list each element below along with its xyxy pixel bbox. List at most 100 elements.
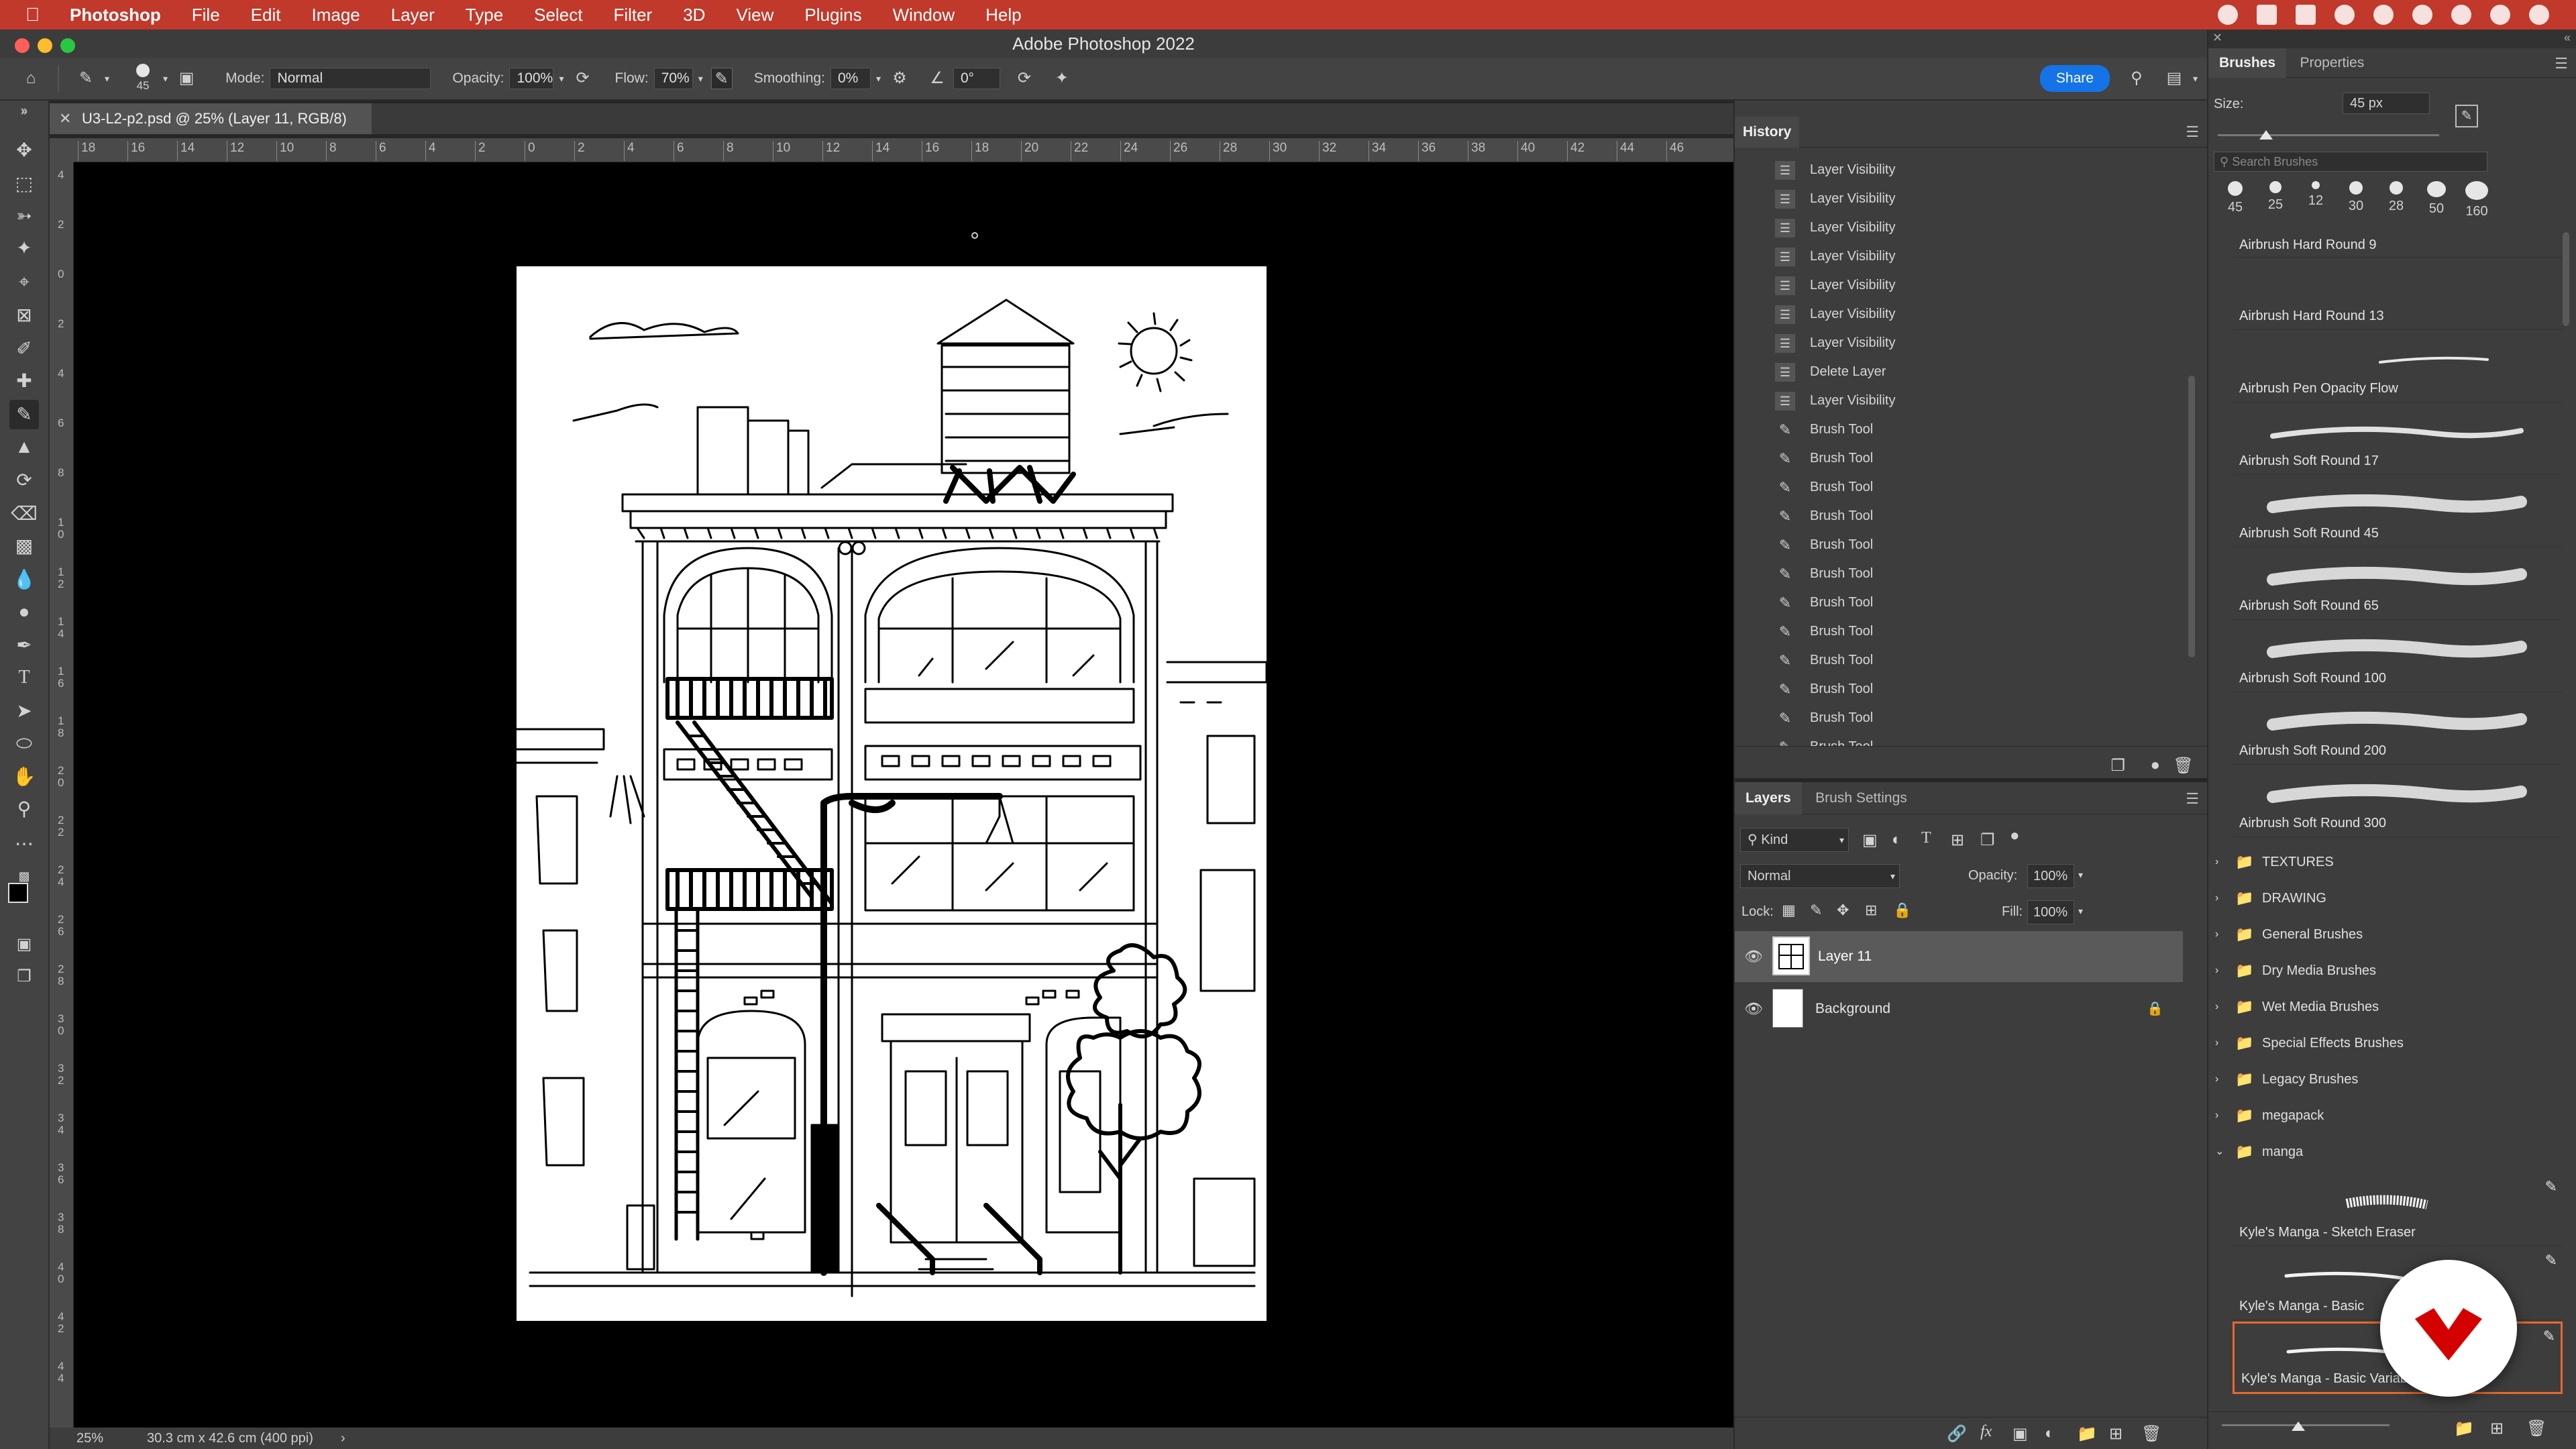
pen-tool-icon[interactable]: ✒: [9, 631, 39, 660]
brushes-tab[interactable]: Brushes: [2208, 48, 2287, 78]
brush-folder[interactable]: › 📁 General Brushes: [2208, 916, 2571, 953]
history-item[interactable]: ✎ Brush Tool: [1740, 733, 2198, 746]
brush-preset-item[interactable]: Airbrush Soft Round 17: [2233, 402, 2563, 475]
apple-icon[interactable]: : [0, 4, 54, 25]
new-brush-icon[interactable]: ⊞: [2490, 1419, 2504, 1438]
recent-brush-preset[interactable]: 50: [2419, 181, 2454, 217]
menu-edit[interactable]: Edit: [235, 5, 297, 25]
quick-mask-icon[interactable]: ▣: [9, 930, 39, 959]
brush-settings-tab[interactable]: Brush Settings: [1805, 782, 1918, 814]
lock-all-icon[interactable]: 🔒: [1893, 902, 1911, 919]
brush-folder[interactable]: › 📁 TEXTURES: [2208, 844, 2571, 880]
menu-select[interactable]: Select: [519, 5, 598, 25]
panel-menu-icon[interactable]: ☰: [2186, 123, 2199, 141]
brush-preset-item[interactable]: Airbrush Soft Round 100: [2233, 620, 2563, 692]
recent-brush-preset[interactable]: 12: [2298, 181, 2333, 209]
close-icon[interactable]: ✕: [2212, 31, 2222, 45]
collapse-icon[interactable]: «: [2564, 31, 2571, 45]
manga-brush-item[interactable]: ✎ Kyle's Manga - Sketch Eraser: [2233, 1174, 2563, 1246]
symmetry-icon[interactable]: ✦: [1051, 68, 1073, 89]
brush-tool-preset-icon[interactable]: ✎: [75, 68, 97, 89]
history-item[interactable]: ✎ Brush Tool: [1740, 704, 2198, 733]
flow-field[interactable]: 70%: [653, 68, 693, 89]
brush-tool-icon[interactable]: ✎: [9, 400, 39, 429]
foreground-color-swatch[interactable]: [8, 883, 28, 903]
zoom-tool-icon[interactable]: ⚲: [9, 794, 39, 824]
lasso-tool-icon[interactable]: ➳: [9, 201, 39, 231]
history-item[interactable]: ☰ Layer Visibility: [1740, 156, 2198, 184]
minimize-window-button[interactable]: [38, 38, 52, 53]
history-item[interactable]: ☰ Layer Visibility: [1740, 271, 2198, 300]
chevron-down-icon[interactable]: ▾: [2078, 906, 2083, 917]
history-item[interactable]: ☰ Layer Visibility: [1740, 184, 2198, 213]
smart-object-filter-icon[interactable]: ❐: [1980, 830, 1995, 850]
add-mask-icon[interactable]: ▣: [2012, 1424, 2028, 1444]
preview-size-handle[interactable]: [2292, 1421, 2305, 1431]
home-icon[interactable]: ⌂: [20, 68, 42, 89]
kind-filter-select[interactable]: ⚲ Kind ▾: [1740, 828, 1849, 852]
hand-tool-icon[interactable]: ✋: [9, 762, 39, 792]
new-group-folder-icon[interactable]: 📁: [2077, 1424, 2097, 1444]
canvas-area[interactable]: [74, 162, 1733, 1428]
layer-opacity-field[interactable]: 100%: [2027, 864, 2074, 888]
eye-icon[interactable]: 👁: [1744, 931, 1763, 982]
brush-size-picker[interactable]: 45: [123, 64, 163, 93]
history-item[interactable]: ✎ Brush Tool: [1740, 473, 2198, 502]
preview-size-slider[interactable]: [2222, 1424, 2390, 1426]
search-icon[interactable]: ⚲: [2126, 68, 2147, 89]
recent-brush-preset[interactable]: 25: [2258, 181, 2293, 213]
brush-settings-toggle-icon[interactable]: ▣: [176, 68, 197, 89]
photos-icon[interactable]: [2296, 5, 2316, 25]
trash-icon[interactable]: 🗑: [2141, 1424, 2161, 1444]
document-tab[interactable]: ✕ U3-L2-p2.psd @ 25% (Layer 11, RGB/8): [50, 103, 372, 134]
eyedropper-tool-icon[interactable]: ✐: [9, 334, 39, 364]
dodge-tool-icon[interactable]: ●: [9, 597, 39, 627]
menu-window[interactable]: Window: [877, 5, 970, 25]
close-tab-icon[interactable]: ✕: [59, 103, 71, 134]
brush-preset-item[interactable]: Airbrush Hard Round 9: [2233, 231, 2563, 258]
history-item[interactable]: ☰ Layer Visibility: [1740, 213, 2198, 242]
marquee-tool-icon[interactable]: ⬚: [9, 169, 39, 199]
menu-image[interactable]: Image: [296, 5, 375, 25]
history-scrollbar[interactable]: [2188, 376, 2195, 657]
menu-filter[interactable]: Filter: [598, 5, 667, 25]
history-item[interactable]: ☰ Layer Visibility: [1740, 300, 2198, 329]
chevron-down-icon[interactable]: ▾: [698, 73, 703, 85]
wifi-icon[interactable]: [2412, 5, 2432, 25]
more-tools-icon[interactable]: ⋯: [9, 829, 39, 859]
trash-icon[interactable]: 🗑: [2174, 756, 2194, 775]
history-item[interactable]: ☰ Layer Visibility: [1740, 386, 2198, 415]
chevron-down-icon[interactable]: ▾: [2193, 73, 2198, 85]
search-brushes-input[interactable]: ⚲ Search Brushes: [2214, 152, 2487, 172]
recent-brush-preset[interactable]: 30: [2339, 181, 2373, 214]
angle-field[interactable]: 0°: [953, 68, 1000, 89]
smoothing-options-gear-icon[interactable]: ⚙: [889, 68, 910, 89]
brush-folder[interactable]: ⌄ 📁 manga: [2208, 1134, 2571, 1170]
trash-icon[interactable]: 🗑: [2526, 1419, 2546, 1438]
move-tool-icon[interactable]: ✥: [9, 136, 39, 165]
history-item[interactable]: ☰ Layer Visibility: [1740, 329, 2198, 358]
layer-row-background[interactable]: 👁 Background 🔒: [1735, 983, 2183, 1034]
brush-folder[interactable]: › 📁 Wet Media Brushes: [2208, 989, 2571, 1025]
share-button[interactable]: Share: [2039, 65, 2110, 92]
smoothing-field[interactable]: 0%: [830, 68, 871, 89]
recent-brush-preset[interactable]: 28: [2379, 181, 2414, 214]
history-tab[interactable]: History: [1735, 117, 1800, 148]
healing-brush-tool-icon[interactable]: ✚: [9, 366, 39, 396]
panel-menu-icon[interactable]: ☰: [2555, 55, 2568, 72]
history-brush-tool-icon[interactable]: ⟳: [9, 466, 39, 495]
lock-position-icon[interactable]: ✥: [1837, 902, 1849, 919]
new-document-from-state-icon[interactable]: ❐: [2110, 756, 2125, 775]
gradient-tool-icon[interactable]: ▩: [9, 531, 39, 561]
creative-cloud-icon[interactable]: [2218, 5, 2238, 25]
chevron-down-icon[interactable]: ▾: [163, 73, 168, 85]
menu-plugins[interactable]: Plugins: [789, 5, 877, 25]
fill-field[interactable]: 100%: [2027, 900, 2074, 924]
toolbar-collapse-icon[interactable]: »: [4, 103, 44, 117]
sync-icon[interactable]: [2334, 5, 2355, 25]
menu-file[interactable]: File: [176, 5, 235, 25]
menu-3d[interactable]: 3D: [667, 5, 720, 25]
panel-menu-icon[interactable]: ☰: [2186, 790, 2199, 808]
recent-brush-preset[interactable]: 45: [2218, 181, 2253, 215]
brush-preset-item[interactable]: Airbrush Soft Round 300: [2233, 765, 2563, 837]
